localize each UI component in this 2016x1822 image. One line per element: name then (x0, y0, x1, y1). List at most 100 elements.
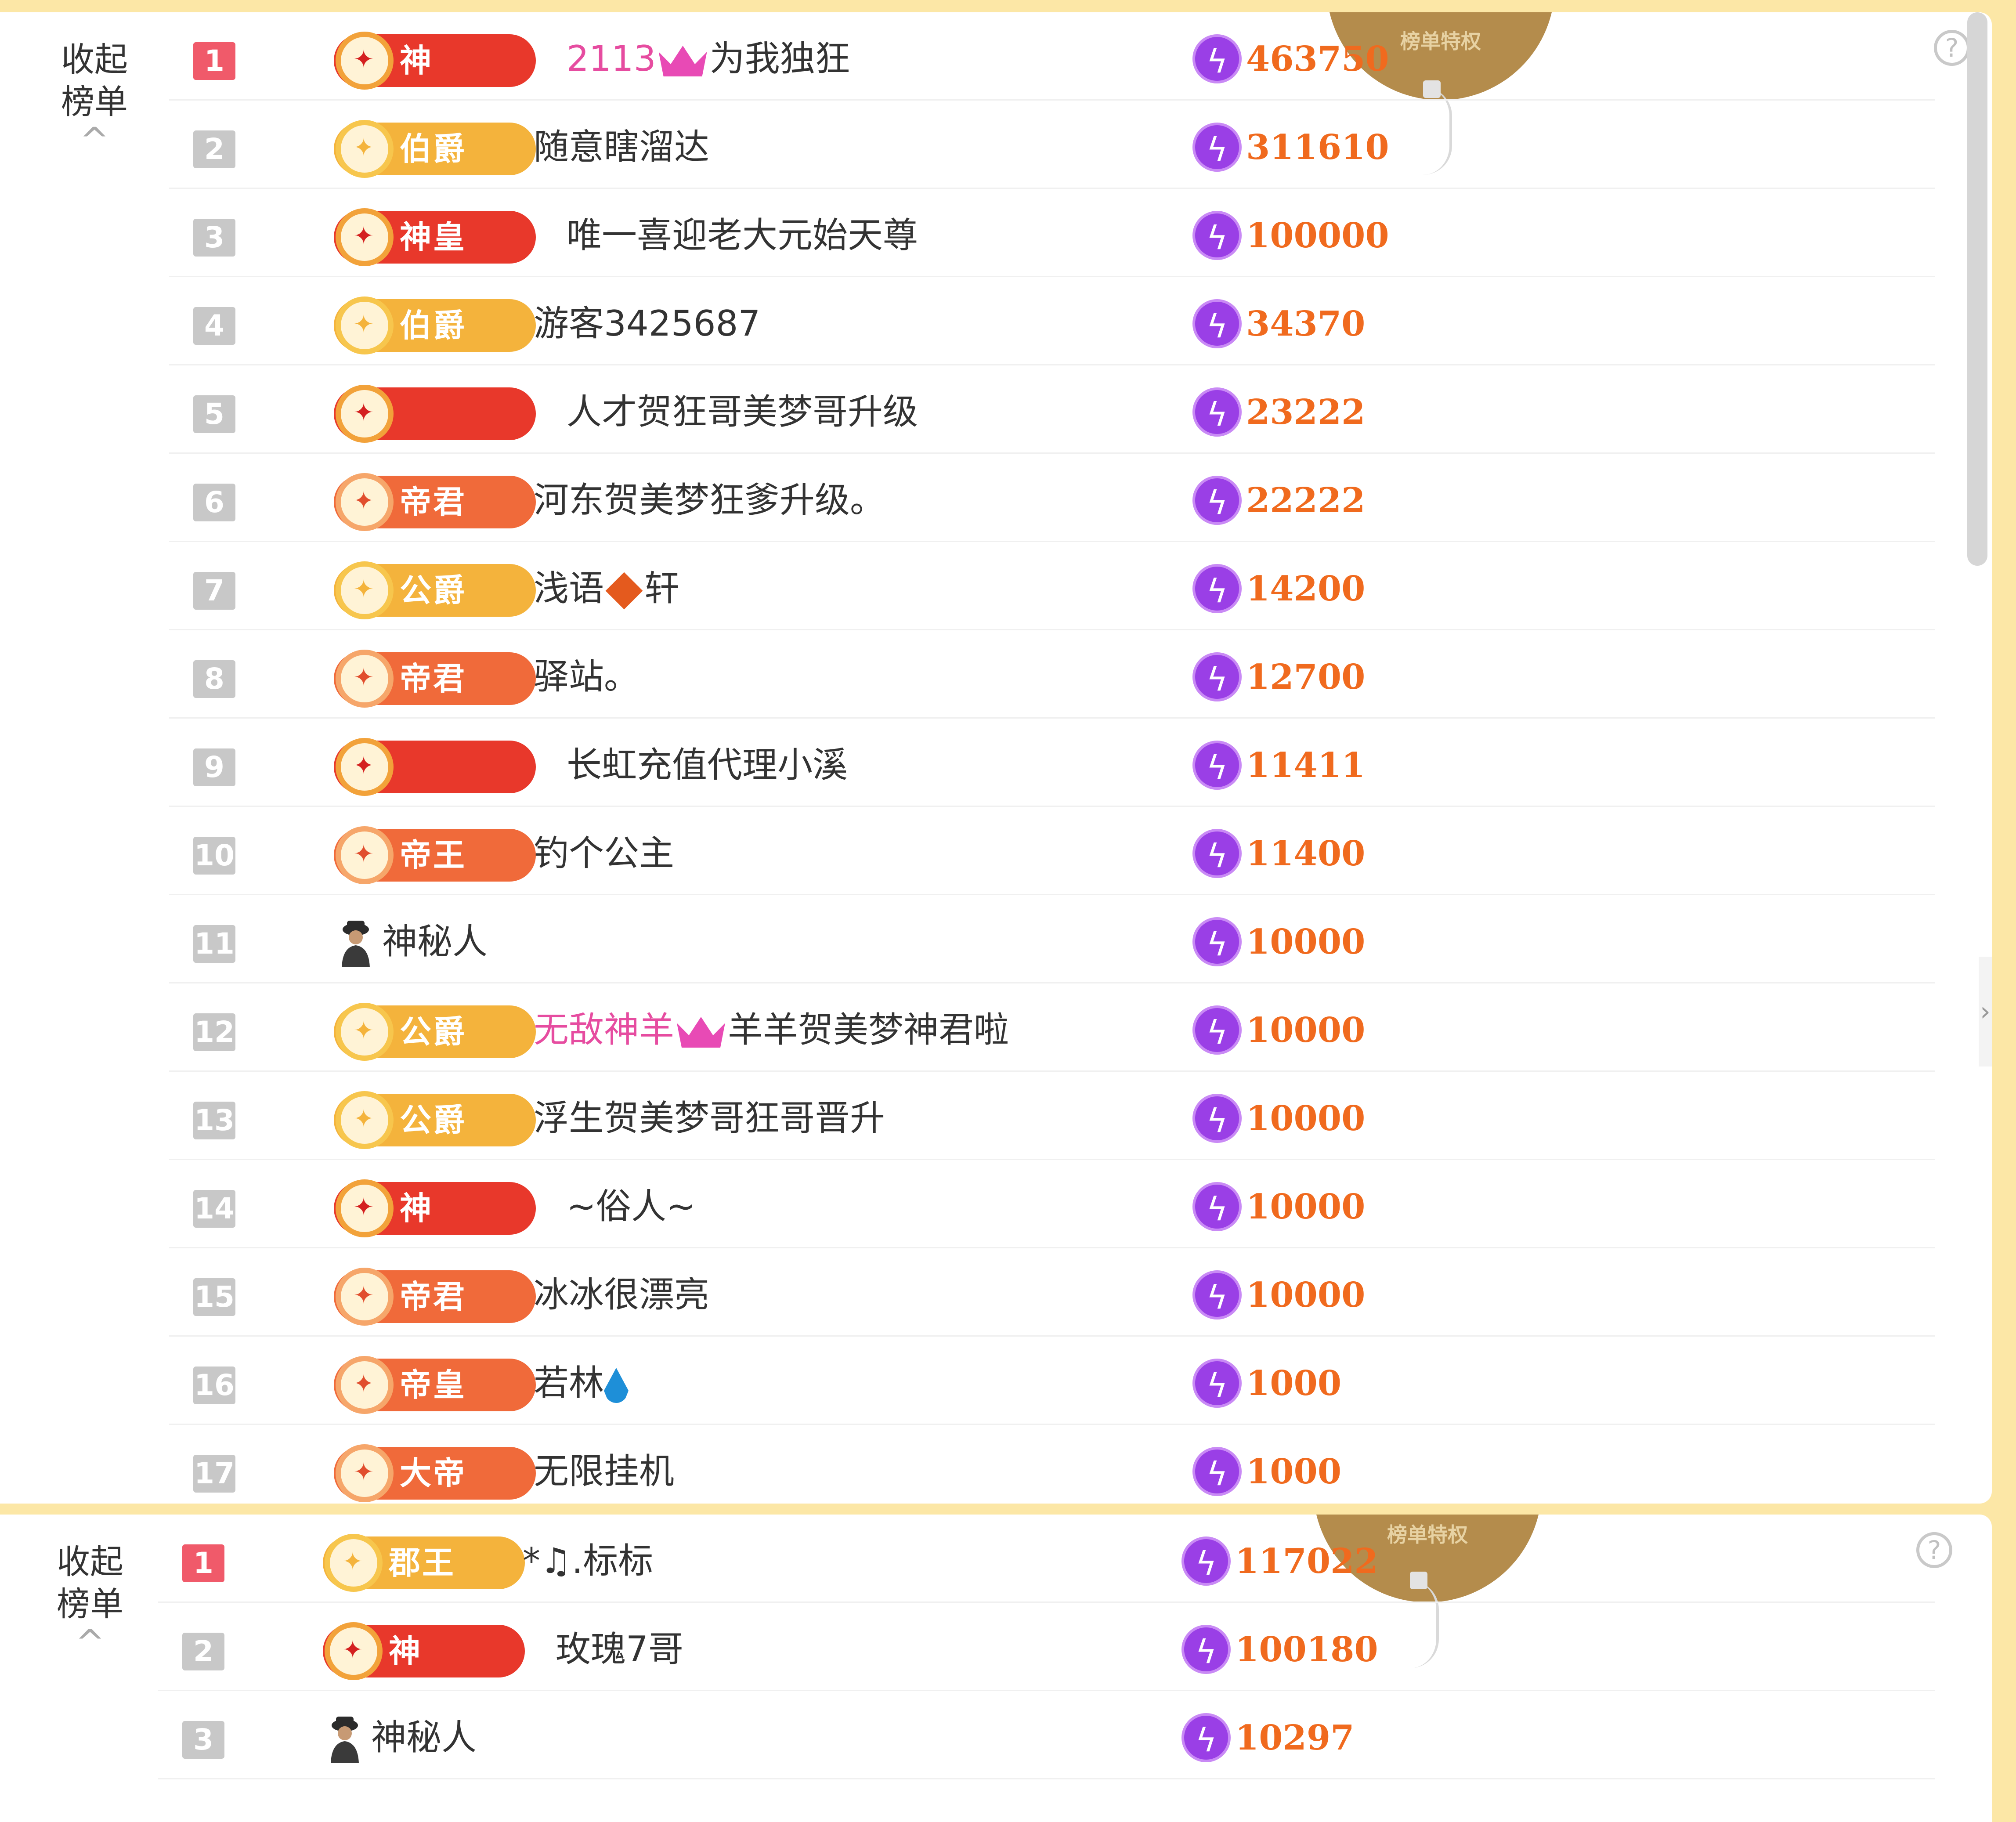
lightning-icon: ϟ (1181, 1536, 1231, 1586)
user-name[interactable]: 无限挂机 (534, 1445, 674, 1498)
ranking-row[interactable]: 14 ✦ 神 ~俗人~ ϟ 10000 (169, 1160, 1935, 1248)
ranking-row[interactable]: 2 ✦ 伯爵 随意瞎溜达 ϟ 311610 (169, 101, 1935, 189)
ranking-row[interactable]: 1 ✦ 神 2113 为我独狂 ϟ 463750 (169, 12, 1935, 101)
ranking-row[interactable]: 1 ✦ 郡王 *♫.标标 ϟ 117022 (158, 1515, 1935, 1603)
collapse-board-button[interactable]: 收起 榜单 ^ (40, 39, 149, 158)
score: ϟ 10000 (1192, 1182, 1365, 1235)
ranking-row[interactable]: 13 ✦ 公爵 浮生贺美梦哥狂哥晋升 ϟ 10000 (169, 1072, 1935, 1160)
score: ϟ 463750 (1192, 34, 1389, 87)
user-name-text: 长虹充值代理小溪 (567, 745, 848, 785)
ranking-row[interactable]: 11 神秘人 ϟ 10000 (169, 895, 1935, 983)
badge-emblem-icon: ✦ (336, 650, 394, 708)
ranking-row[interactable]: 5 ✦ 人才贺狂哥美梦哥升级 ϟ 23222 (169, 365, 1935, 454)
user-name[interactable]: ~俗人~ (567, 1180, 696, 1233)
ranking-row[interactable]: 16 ✦ 帝皇 若林 ϟ 1000 (169, 1337, 1935, 1425)
user-name[interactable]: 神秘人 (371, 1711, 477, 1764)
rank-number: 14 (193, 1190, 235, 1228)
collapse-board-button[interactable]: 收起 榜单 ^ (35, 1541, 145, 1660)
user-name[interactable]: 游客3425687 (534, 297, 760, 350)
ranking-row[interactable]: 15 ✦ 帝君 冰冰很漂亮 ϟ 10000 (169, 1248, 1935, 1337)
ranking-row[interactable]: 2 ✦ 神玫瑰7哥 ϟ 100180 (158, 1603, 1935, 1691)
rank-number: 2 (193, 130, 235, 168)
rank-number: 2 (182, 1633, 224, 1670)
user-name[interactable]: 浮生贺美梦哥狂哥晋升 (534, 1092, 885, 1145)
badge-title: 郡王 (389, 1544, 456, 1581)
user-name[interactable]: 驿站。 (534, 651, 639, 703)
ranking-row[interactable]: 9 ✦ 长虹充值代理小溪 ϟ 11411 (169, 719, 1935, 807)
scrollbar[interactable] (1967, 12, 1987, 566)
badge-emblem-icon: ✦ (336, 1003, 394, 1061)
ranking-row[interactable]: 10 ✦ 帝王 钓个公主 ϟ 11400 (169, 807, 1935, 895)
ranking-row[interactable]: 8 ✦ 帝君 驿站。 ϟ 12700 (169, 630, 1935, 719)
user-name[interactable]: 河东贺美梦狂爹升级。 (534, 474, 885, 527)
user-name-text: 冰冰很漂亮 (534, 1274, 709, 1315)
rank-number: 3 (182, 1721, 224, 1759)
badge-emblem-icon: ✦ (336, 738, 394, 796)
crown-icon (677, 1017, 725, 1048)
user-name[interactable]: 浅语轩 (534, 562, 679, 615)
user-name-text: 羊羊贺美梦神君啦 (728, 1009, 1009, 1050)
score: ϟ 117022 (1181, 1536, 1378, 1589)
lightning-icon: ϟ (1192, 123, 1242, 172)
user-name[interactable]: 长虹充值代理小溪 (567, 739, 848, 792)
user-name-text: 无限挂机 (534, 1451, 674, 1492)
score-value: 22222 (1246, 480, 1366, 521)
level-badge: ✦ 公爵 (334, 1003, 536, 1061)
user-name[interactable]: 2113 为我独狂 (567, 33, 850, 85)
rank-number: 15 (193, 1278, 235, 1316)
badge-title: 帝王 (400, 837, 467, 874)
level-badge: ✦ 公爵 (334, 561, 536, 619)
user-name[interactable]: 无敌神羊 羊羊贺美梦神君啦 (534, 1004, 1009, 1056)
user-name[interactable]: 人才贺狂哥美梦哥升级 (567, 386, 918, 438)
level-badge: ✦ 帝君 (334, 650, 536, 708)
crown-icon (658, 46, 707, 77)
user-name-text: 浮生贺美梦哥狂哥晋升 (534, 1098, 885, 1139)
user-name-text: 玫瑰7哥 (556, 1629, 683, 1670)
collapse-label-1: 收起 (61, 40, 128, 79)
badge-title: 公爵 (400, 1013, 467, 1050)
user-name[interactable]: 唯一喜迎老大元始天尊 (567, 209, 918, 262)
user-name-text: 神秘人 (371, 1717, 477, 1758)
user-name[interactable]: *♫.标标 (523, 1535, 653, 1587)
user-name-prefix: 2113 (567, 38, 656, 79)
badge-title: 帝君 (400, 484, 467, 521)
level-badge: ✦ 神 (323, 1622, 525, 1680)
ranking-row[interactable]: 3 ✦ 神皇 唯一喜迎老大元始天尊 ϟ 100000 (169, 189, 1935, 277)
user-name-text: *♫.标标 (523, 1540, 654, 1581)
user-name-text: 唯一喜迎老大元始天尊 (567, 215, 918, 256)
user-name[interactable]: 钓个公主 (534, 827, 674, 880)
collapse-label-2: 榜单 (61, 82, 128, 121)
rank-number: 17 (193, 1455, 235, 1493)
score: ϟ 10297 (1181, 1713, 1354, 1766)
ranking-row[interactable]: 4 ✦ 伯爵 游客3425687 ϟ 34370 (169, 277, 1935, 365)
diamond-icon (605, 572, 643, 610)
user-name-text: 游客3425687 (534, 303, 761, 344)
badge-title: 神 (400, 42, 434, 79)
badge-emblem-icon: ✦ (336, 296, 394, 354)
score: ϟ 23222 (1192, 387, 1365, 440)
lightning-icon: ϟ (1192, 1094, 1242, 1143)
chevron-right-icon[interactable]: › (1979, 957, 1992, 1066)
help-icon[interactable]: ? (1934, 30, 1970, 66)
badge-emblem-icon: ✦ (336, 473, 394, 531)
ranking-panel-1: 榜单特权 收起 榜单 ^ ? 1 ✦ 神 2113 为我独狂 ϟ 463750 2 ✦ 伯爵 随意瞎… (0, 12, 1992, 1504)
level-badge: ✦ 公爵 (334, 1091, 536, 1149)
user-name[interactable]: 神秘人 (382, 915, 488, 968)
user-name-text: ~俗人~ (567, 1186, 696, 1227)
lightning-icon: ϟ (1192, 829, 1242, 878)
user-name[interactable]: 随意瞎溜达 (534, 121, 709, 174)
user-name[interactable]: 冰冰很漂亮 (534, 1269, 709, 1321)
lightning-icon: ϟ (1192, 1447, 1242, 1496)
ranking-row[interactable]: 12 ✦ 公爵 无敌神羊 羊羊贺美梦神君啦 ϟ 10000 (169, 983, 1935, 1072)
user-name-text: 为我独狂 (709, 38, 850, 79)
badge-title: 伯爵 (400, 307, 467, 344)
ranking-row[interactable]: 6 ✦ 帝君 河东贺美梦狂爹升级。 ϟ 22222 (169, 454, 1935, 542)
score-value: 463750 (1246, 39, 1389, 79)
user-name[interactable]: 若林 (534, 1357, 629, 1410)
ranking-row[interactable]: 7 ✦ 公爵 浅语轩 ϟ 14200 (169, 542, 1935, 630)
mystery-user-icon (334, 918, 378, 967)
user-name[interactable]: 玫瑰7哥 (556, 1623, 683, 1676)
ranking-row[interactable]: 17 ✦ 大帝 无限挂机 ϟ 1000 (169, 1425, 1935, 1504)
badge-title: 大帝 (400, 1455, 467, 1492)
ranking-row[interactable]: 3 神秘人 ϟ 10297 (158, 1691, 1935, 1779)
